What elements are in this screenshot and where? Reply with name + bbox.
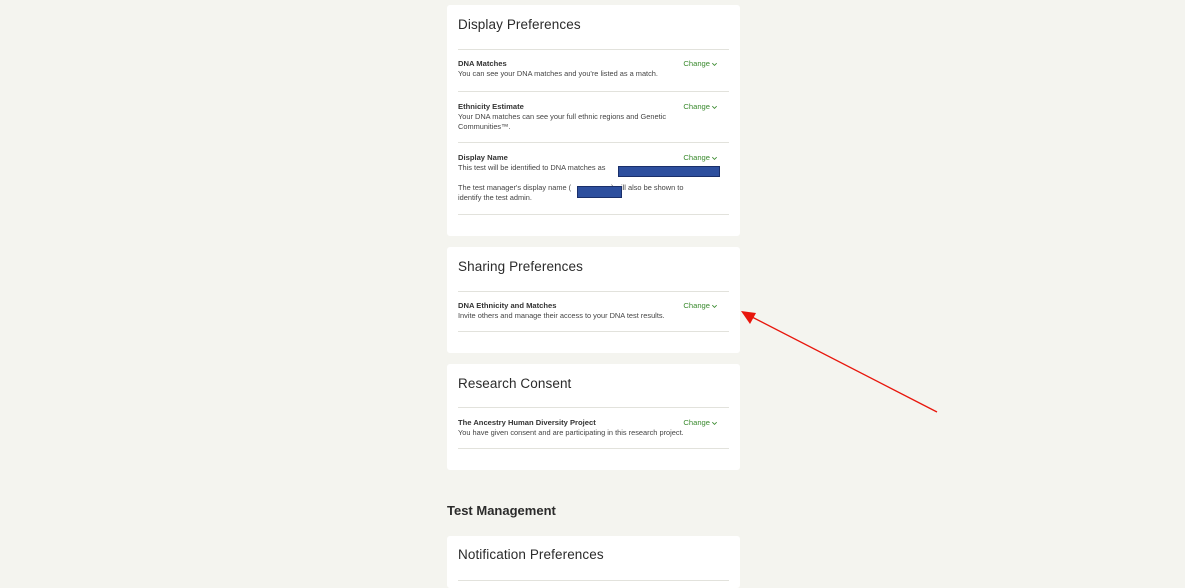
ethnicity-estimate-change-button[interactable]: Change [683, 102, 718, 112]
human-diversity-description: You have given consent and are participa… [458, 428, 684, 437]
display-name-row: Display Name This test will be identifie… [458, 142, 729, 215]
ethnicity-estimate-row: Ethnicity Estimate Your DNA matches can … [458, 91, 729, 142]
test-management-heading: Test Management [447, 503, 556, 518]
display-preferences-title: Display Preferences [458, 17, 581, 32]
change-label: Change [683, 301, 710, 310]
sharing-preferences-title: Sharing Preferences [458, 259, 583, 274]
notification-preferences-title: Notification Preferences [458, 547, 604, 562]
chevron-down-icon [712, 105, 717, 109]
notification-preferences-card: Notification Preferences [447, 536, 740, 588]
human-diversity-change-button[interactable]: Change [683, 418, 718, 428]
dna-ethnicity-matches-description: Invite others and manage their access to… [458, 311, 665, 320]
redacted-display-name [618, 166, 720, 177]
dna-matches-description: You can see your DNA matches and you're … [458, 69, 658, 78]
chevron-down-icon [712, 62, 717, 66]
research-consent-card: Research Consent The Ancestry Human Dive… [447, 364, 740, 470]
change-label: Change [683, 102, 710, 111]
change-label: Change [683, 153, 710, 162]
chevron-down-icon [712, 421, 717, 425]
research-consent-title: Research Consent [458, 376, 572, 391]
test-manager-prefix: The test manager's display name ( [458, 183, 572, 192]
display-name-text: This test will be identified to DNA matc… [458, 163, 606, 172]
chevron-down-icon [712, 304, 717, 308]
notification-divider [458, 580, 729, 588]
ethnicity-estimate-description: Your DNA matches can see your full ethni… [458, 112, 667, 131]
chevron-down-icon [712, 156, 717, 160]
dna-matches-row: DNA Matches You can see your DNA matches… [458, 49, 729, 91]
annotation-arrow-line [751, 316, 938, 413]
sharing-preferences-card: Sharing Preferences DNA Ethnicity and Ma… [447, 247, 740, 353]
redacted-manager-name [577, 186, 622, 198]
dna-ethnicity-matches-row: DNA Ethnicity and Matches Invite others … [458, 291, 729, 332]
change-label: Change [683, 418, 710, 427]
human-diversity-row: The Ancestry Human Diversity Project You… [458, 407, 729, 449]
change-label: Change [683, 59, 710, 68]
display-name-change-button[interactable]: Change [683, 153, 718, 163]
dna-ethnicity-matches-change-button[interactable]: Change [683, 301, 718, 311]
display-preferences-card: Display Preferences DNA Matches You can … [447, 5, 740, 236]
annotation-arrow-head [741, 311, 756, 324]
dna-matches-change-button[interactable]: Change [683, 59, 718, 69]
